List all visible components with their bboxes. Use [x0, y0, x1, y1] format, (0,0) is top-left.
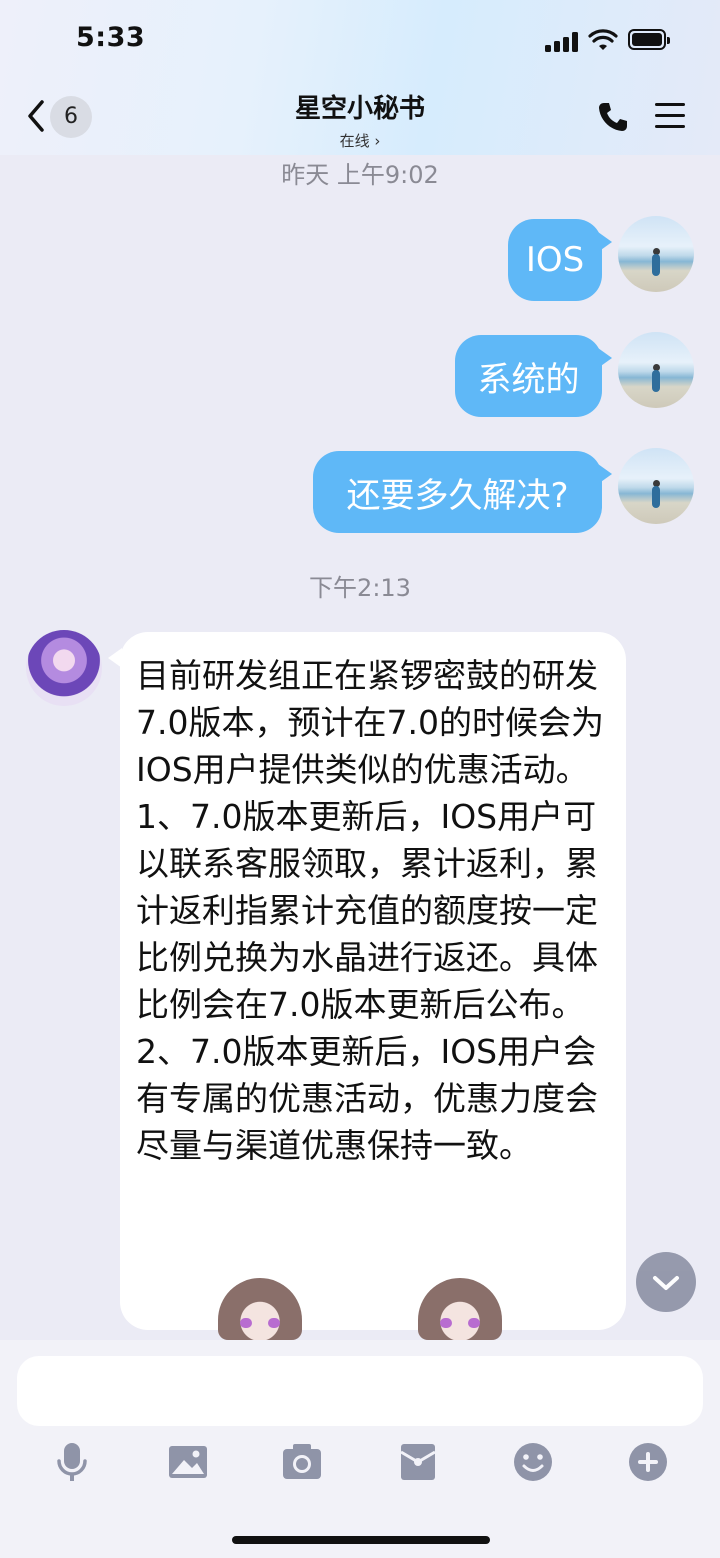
cellular-signal-icon	[545, 32, 579, 52]
bubble-tail	[598, 348, 612, 368]
chevron-down-icon	[653, 1276, 679, 1290]
user-avatar[interactable]	[618, 216, 694, 292]
message-bubble-outgoing[interactable]: 系统的	[455, 335, 602, 417]
scroll-to-bottom-button[interactable]	[636, 1252, 696, 1312]
timestamp: 下午2:13	[309, 574, 411, 602]
emoji-icon[interactable]	[511, 1440, 555, 1484]
user-avatar[interactable]	[618, 448, 694, 524]
wifi-icon	[588, 29, 618, 50]
assistant-avatar[interactable]	[26, 630, 102, 706]
message-input[interactable]	[17, 1356, 703, 1426]
timestamp: 昨天 上午9:02	[281, 161, 439, 189]
message-bubble-outgoing[interactable]: 还要多久解决?	[313, 451, 602, 533]
home-indicator[interactable]	[232, 1536, 490, 1544]
status-time: 5:33	[76, 22, 146, 53]
camera-icon[interactable]	[280, 1440, 324, 1484]
message-bubble-outgoing[interactable]: IOS	[508, 219, 602, 301]
bubble-tail	[598, 464, 612, 484]
bubble-tail	[598, 232, 612, 252]
message-bubble-incoming[interactable]: 目前研发组正在紧锣密鼓的研发7.0版本，预计在7.0的时候会为IOS用户提供类似…	[120, 632, 626, 1330]
red-packet-icon[interactable]	[396, 1440, 440, 1484]
message-paragraph: 2、7.0版本更新后，IOS用户会有专属的优惠活动，优惠力度会尽量与渠道优惠保持…	[136, 1032, 598, 1165]
battery-icon	[628, 29, 670, 50]
message-paragraph: 1、7.0版本更新后，IOS用户可以联系客服领取，累计返利，累计返利指累计充值的…	[136, 797, 598, 1024]
phone-icon[interactable]	[596, 100, 630, 134]
message-paragraph: 目前研发组正在紧锣密鼓的研发7.0版本，预计在7.0的时候会为IOS用户提供类似…	[136, 656, 604, 789]
microphone-icon[interactable]	[50, 1440, 94, 1484]
menu-icon[interactable]	[655, 101, 687, 131]
image-icon[interactable]	[166, 1440, 210, 1484]
user-avatar[interactable]	[618, 332, 694, 408]
plus-icon[interactable]	[626, 1440, 670, 1484]
